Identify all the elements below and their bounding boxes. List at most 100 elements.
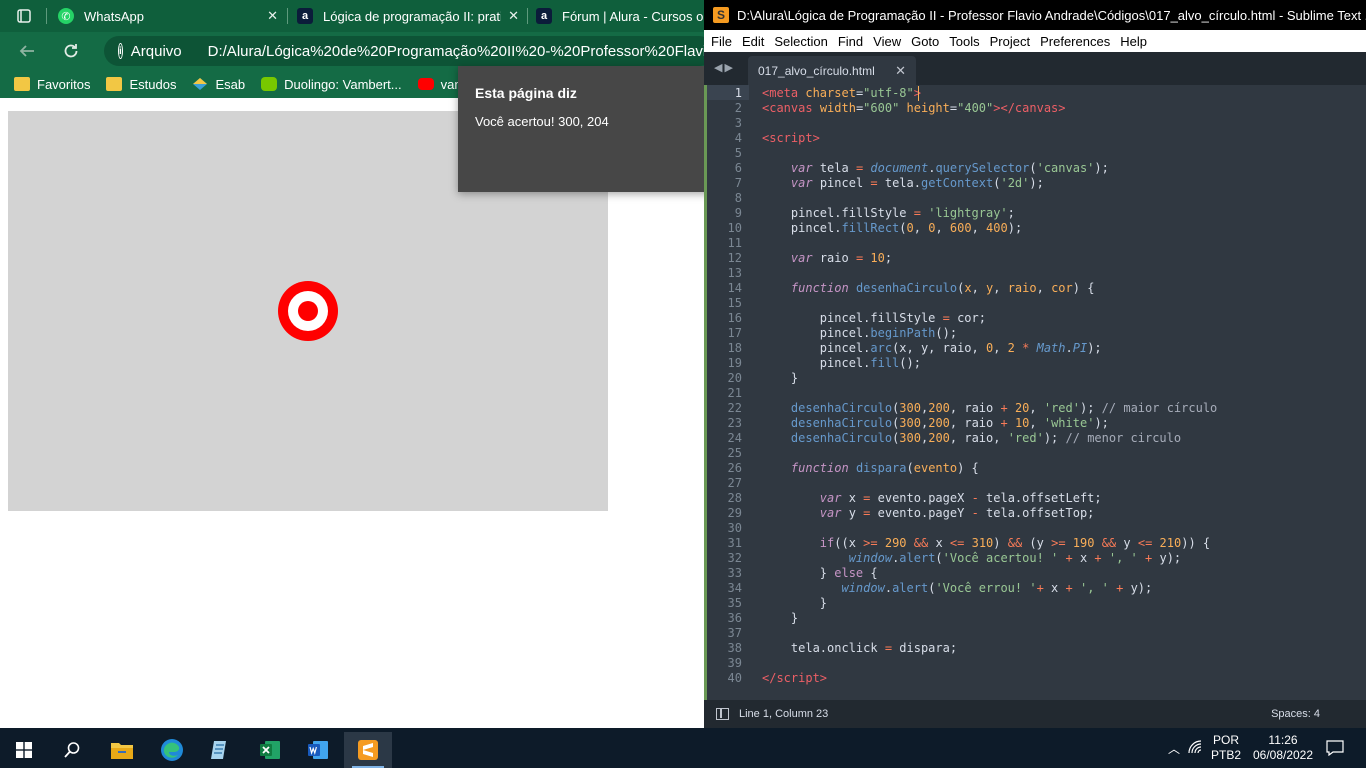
start-button[interactable] xyxy=(0,732,48,768)
whatsapp-icon: ✆ xyxy=(58,8,74,24)
tab-nav-arrows-icon[interactable]: ◀▶ xyxy=(714,61,735,74)
line-number: 15 xyxy=(727,296,742,310)
menu-edit[interactable]: Edit xyxy=(742,34,764,49)
network-icon[interactable] xyxy=(1188,740,1204,757)
line-number: 39 xyxy=(727,656,742,670)
line-number: 37 xyxy=(727,626,742,640)
line-number: 17 xyxy=(727,326,742,340)
line-number: 9 xyxy=(734,206,742,220)
line-number: 40 xyxy=(727,671,742,685)
line-number: 38 xyxy=(727,641,742,655)
line-number: 4 xyxy=(734,131,742,145)
bookmark-estudos[interactable]: Estudos xyxy=(106,77,176,92)
menu-tools[interactable]: Tools xyxy=(949,34,979,49)
line-number: 25 xyxy=(727,446,742,460)
search-button[interactable] xyxy=(48,732,96,768)
menu-bar: File Edit Selection Find View Goto Tools… xyxy=(704,30,1366,52)
word-icon[interactable] xyxy=(294,732,342,768)
panel-toggle-icon[interactable] xyxy=(716,708,729,720)
line-number-gutter: 1 2 3 4 5 6 7 8 9 10 11 12 13 14 15 16 17 18 19 20 21 22 23 24 2… xyxy=(707,85,752,700)
language-code: POR xyxy=(1212,733,1239,747)
cursor-position[interactable]: Line 1, Column 23 xyxy=(739,708,828,720)
line-number: 2 xyxy=(734,101,742,115)
code-editor[interactable]: 1 2 3 4 5 6 7 8 9 10 11 12 13 14 15 16 17 18 19 20 21 22 23 24 2… xyxy=(704,85,1366,700)
menu-project[interactable]: Project xyxy=(990,34,1030,49)
input-language[interactable]: POR PTB2 xyxy=(1211,733,1241,763)
editor-tab[interactable]: 017_alvo_círculo.html ✕ xyxy=(748,56,916,85)
notification-icon[interactable] xyxy=(1326,740,1344,759)
line-number: 1 xyxy=(734,86,742,100)
bookmark-esab[interactable]: Esab xyxy=(192,77,245,92)
line-number: 10 xyxy=(727,221,742,235)
editor-tab-bar: ◀▶ 017_alvo_círculo.html ✕ xyxy=(704,52,1366,85)
bookmark-duolingo[interactable]: Duolingo: Vambert... xyxy=(261,77,402,92)
address-url: D:/Alura/Lógica%20de%20Programação%20II%… xyxy=(207,42,704,60)
browser-tab-whatsapp[interactable]: ✆ WhatsApp ✕ xyxy=(58,0,286,32)
keyboard-layout: PTB2 xyxy=(1211,748,1242,762)
line-number: 12 xyxy=(727,251,742,265)
menu-view[interactable]: View xyxy=(873,34,901,49)
desktop: ✆ WhatsApp ✕ a Lógica de programação II:… xyxy=(0,0,1366,768)
info-icon[interactable]: i xyxy=(118,43,123,59)
menu-goto[interactable]: Goto xyxy=(911,34,939,49)
edge-icon[interactable] xyxy=(148,732,196,768)
line-number: 3 xyxy=(734,116,742,130)
indentation-setting[interactable]: Spaces: 4 xyxy=(1271,708,1320,720)
browser-tab-logica[interactable]: a Lógica de programação II: pratiq ✕ xyxy=(297,0,527,32)
browser-tab-forum[interactable]: a Fórum | Alura - Cursos onli xyxy=(536,0,704,32)
line-number: 32 xyxy=(727,551,742,565)
menu-selection[interactable]: Selection xyxy=(774,34,827,49)
line-number: 16 xyxy=(727,311,742,325)
youtube-icon xyxy=(417,78,434,90)
bookmark-favoritos[interactable]: Favoritos xyxy=(14,77,90,92)
sublime-logo-icon: S xyxy=(713,7,729,23)
notepad-icon[interactable] xyxy=(196,732,244,768)
status-bar: Line 1, Column 23 Spaces: 4 xyxy=(704,700,1366,728)
alura-icon: a xyxy=(536,8,552,24)
close-icon[interactable]: ✕ xyxy=(508,8,519,24)
excel-icon[interactable] xyxy=(246,732,294,768)
folder-icon xyxy=(106,77,123,91)
clock[interactable]: 11:26 06/08/2022 xyxy=(1248,733,1318,763)
line-number: 34 xyxy=(727,581,742,595)
sublime-window: S D:\Alura\Lógica de Programação II - Pr… xyxy=(704,0,1366,728)
address-scheme: Arquivo xyxy=(130,42,182,60)
close-icon[interactable]: ✕ xyxy=(267,8,278,24)
menu-file[interactable]: File xyxy=(711,34,732,49)
clock-time: 11:26 xyxy=(1268,733,1298,747)
tab-actions-icon[interactable] xyxy=(14,6,34,26)
windows-logo-icon xyxy=(16,742,32,758)
search-icon xyxy=(64,742,80,758)
close-icon[interactable]: ✕ xyxy=(895,63,906,79)
browser-tab-strip: ✆ WhatsApp ✕ a Lógica de programação II:… xyxy=(0,0,704,32)
menu-help[interactable]: Help xyxy=(1120,34,1147,49)
code-text: <meta charset="utf-8"> <canvas width="60… xyxy=(762,86,1218,685)
line-number: 26 xyxy=(727,461,742,475)
windows-taskbar: ︿ POR PTB2 11:26 06/08/2022 xyxy=(0,728,1366,768)
sublime-title-bar: S D:\Alura\Lógica de Programação II - Pr… xyxy=(704,0,1366,30)
reload-icon[interactable] xyxy=(60,40,82,62)
line-number: 23 xyxy=(727,416,742,430)
esab-icon xyxy=(192,77,208,91)
line-number: 22 xyxy=(727,401,742,415)
menu-find[interactable]: Find xyxy=(838,34,863,49)
line-number: 11 xyxy=(727,236,742,250)
sublime-icon[interactable] xyxy=(344,732,392,768)
back-arrow-icon[interactable] xyxy=(16,40,38,62)
browser-tab-title: Lógica de programação II: pratiq xyxy=(323,8,501,24)
line-number: 24 xyxy=(727,431,742,445)
line-number: 31 xyxy=(727,536,742,550)
line-number: 13 xyxy=(727,266,742,280)
chevron-up-icon[interactable]: ︿ xyxy=(1168,740,1180,757)
line-number: 27 xyxy=(727,476,742,490)
line-number: 35 xyxy=(727,596,742,610)
address-bar[interactable]: i Arquivo D:/Alura/Lógica%20de%20Program… xyxy=(104,36,704,66)
browser-window: ✆ WhatsApp ✕ a Lógica de programação II:… xyxy=(0,0,704,728)
line-number: 20 xyxy=(727,371,742,385)
file-explorer-icon[interactable] xyxy=(98,732,146,768)
menu-preferences[interactable]: Preferences xyxy=(1040,34,1110,49)
line-number: 30 xyxy=(727,521,742,535)
browser-tab-title: Fórum | Alura - Cursos onli xyxy=(562,8,704,24)
editor-tab-label: 017_alvo_círculo.html xyxy=(758,63,875,78)
window-title: D:\Alura\Lógica de Programação II - Prof… xyxy=(737,7,1366,23)
